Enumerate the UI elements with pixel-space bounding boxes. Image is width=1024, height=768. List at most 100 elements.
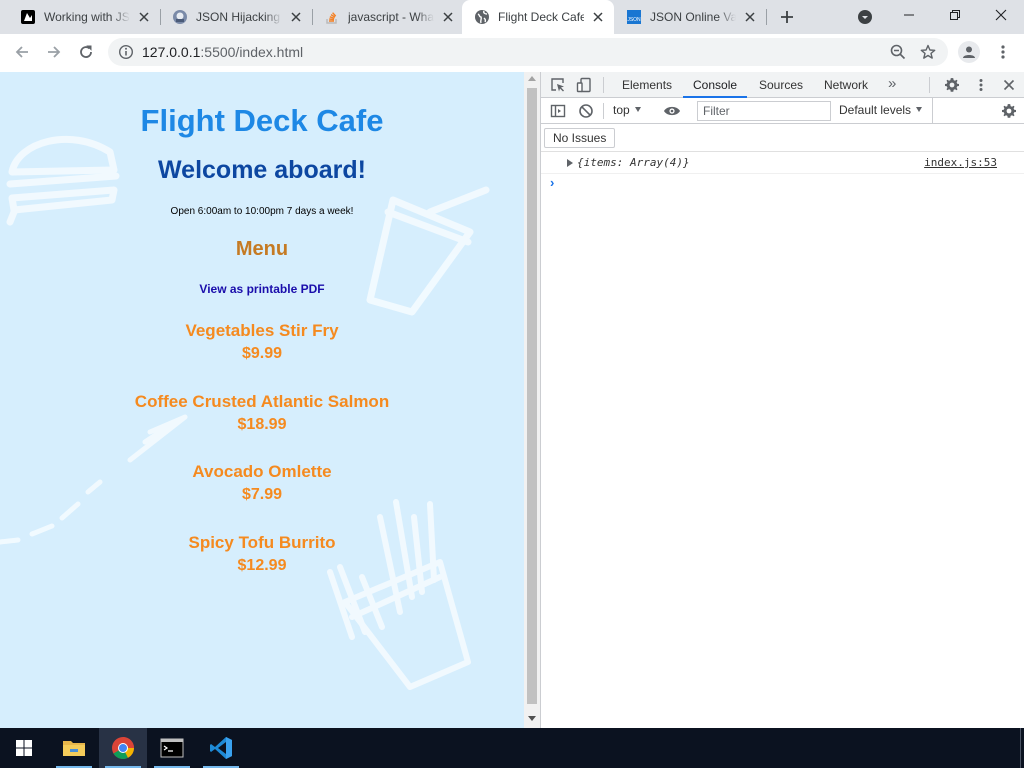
tab-stackoverflow[interactable]: javascript - What is JSON and why would … (312, 0, 464, 34)
devtools-tab-console[interactable]: Console (683, 72, 748, 98)
zoom-button[interactable] (888, 42, 908, 62)
url-text[interactable]: 127.0.0.1:5500/index.html (142, 44, 303, 60)
restore-icon (950, 10, 960, 20)
more-vertical-icon (979, 79, 983, 91)
menu-item-price: $12.99 (237, 557, 287, 574)
toolbar-divider (603, 77, 604, 93)
info-icon[interactable] (118, 44, 134, 60)
tab-close-icon[interactable] (440, 9, 456, 25)
zoom-out-icon (890, 44, 906, 60)
console-sidebar-button[interactable] (549, 102, 567, 120)
reload-icon (80, 45, 92, 58)
start-button[interactable] (0, 728, 48, 768)
page-scrollbar[interactable] (524, 72, 540, 728)
console-prompt[interactable]: › (550, 175, 554, 190)
opening-hours: Open 6:00am to 10:00pm 7 days a week! (170, 206, 354, 217)
eye-icon (664, 106, 680, 116)
menu-item-price: $18.99 (237, 416, 287, 433)
tab-close-icon[interactable] (590, 9, 606, 25)
forward-button[interactable] (40, 38, 68, 66)
menu-item-name: Coffee Crusted Atlantic Salmon (134, 392, 390, 411)
blog-icon (172, 9, 188, 25)
taskbar-chrome[interactable] (99, 728, 147, 768)
menu-item-price: $7.99 (241, 486, 283, 503)
browser-menu-button[interactable] (992, 40, 1014, 64)
star-icon (920, 44, 936, 59)
console-log-row[interactable]: {items: Array(4)} index.js:53 (541, 152, 1024, 174)
tab-flight-deck-cafe[interactable]: Flight Deck Cafe (462, 0, 614, 34)
device-toolbar-button[interactable] (575, 76, 593, 94)
log-levels-dropdown[interactable]: Default levels (839, 103, 923, 117)
live-expression-button[interactable] (663, 102, 681, 120)
plus-icon (781, 11, 793, 23)
more-vertical-icon (1001, 45, 1005, 59)
tab-close-icon[interactable] (288, 9, 304, 25)
console-log-source-link[interactable]: index.js:53 (924, 156, 997, 169)
devtools-tab-sources[interactable]: Sources (749, 72, 813, 98)
context-value: top (613, 103, 630, 117)
tab-mdn-json[interactable]: Working with JSON - Learn web developmen… (8, 0, 160, 34)
menu-item-name: Vegetables Stir Fry (185, 321, 339, 340)
menu-heading: Menu (235, 238, 289, 260)
browser-toolbar: 127.0.0.1:5500/index.html (0, 34, 1024, 70)
address-bar[interactable]: 127.0.0.1:5500/index.html (108, 38, 948, 66)
back-button[interactable] (8, 38, 36, 66)
tab-title: javascript - What is JSON and why would … (348, 10, 434, 24)
devtools-menu-button[interactable] (972, 76, 990, 94)
sidebar-icon (550, 104, 566, 118)
console-log-object[interactable]: {items: Array(4)} (577, 156, 690, 169)
devtools-tab-elements[interactable]: Elements (612, 72, 682, 98)
tab-json-validator[interactable]: JSON JSON Online Validator and Formatter (614, 0, 766, 34)
bookmark-button[interactable] (918, 42, 938, 62)
console-toolbar: top Default levels (541, 98, 1024, 124)
scroll-down-arrow-icon[interactable] (528, 716, 536, 721)
folder-icon (63, 741, 85, 756)
url-host: 127.0.0.1 (142, 44, 201, 60)
chevron-down-icon (858, 10, 872, 24)
block-icon (579, 104, 593, 118)
scrollbar-thumb[interactable] (527, 88, 537, 704)
context-selector[interactable]: top (613, 103, 641, 117)
tab-json-hijacking[interactable]: JSON Hijacking | You've Been Haacked (160, 0, 312, 34)
console-settings-button[interactable] (1000, 102, 1018, 120)
window-close-button[interactable] (978, 0, 1024, 30)
no-issues-button[interactable]: No Issues (544, 128, 616, 148)
show-desktop-button[interactable] (1020, 728, 1024, 768)
inspect-element-button[interactable] (549, 76, 567, 94)
inspect-cursor-icon (551, 78, 564, 92)
tab-close-icon[interactable] (742, 9, 758, 25)
menu-item-name: Avocado Omlette (192, 462, 332, 481)
caret-down-icon (916, 107, 923, 112)
scroll-up-arrow-icon[interactable] (528, 76, 536, 81)
taskbar-file-explorer[interactable] (50, 728, 98, 768)
tab-title: Working with JSON - Learn web developmen… (44, 10, 130, 24)
profile-avatar[interactable] (958, 41, 980, 63)
printable-pdf-link[interactable]: View as printable PDF (0, 282, 524, 296)
minimize-button[interactable] (886, 0, 932, 30)
vscode-icon (210, 737, 232, 759)
new-tab-button[interactable] (775, 5, 799, 29)
devtools-close-button[interactable] (1000, 76, 1018, 94)
arrow-right-icon (48, 46, 61, 58)
taskbar-terminal[interactable] (148, 728, 196, 768)
tab-close-icon[interactable] (136, 9, 152, 25)
caret-down-icon (634, 107, 641, 112)
tab-search-button[interactable] (854, 7, 876, 27)
clear-console-button[interactable] (577, 102, 595, 120)
taskbar-vscode[interactable] (197, 728, 245, 768)
windows-taskbar (0, 728, 1024, 768)
tab-title: JSON Hijacking | You've Been Haacked (196, 10, 282, 24)
toolbar-divider (929, 77, 930, 93)
devtools-tab-network[interactable]: Network (814, 72, 878, 98)
restore-button[interactable] (932, 0, 978, 30)
expand-triangle-icon[interactable] (567, 159, 573, 167)
tab-strip: Working with JSON - Learn web developmen… (0, 0, 1024, 34)
console-filter-input[interactable] (697, 101, 831, 121)
gear-icon (945, 78, 959, 92)
tab-separator (766, 9, 767, 25)
reload-button[interactable] (72, 38, 100, 66)
devtools-settings-button[interactable] (943, 76, 961, 94)
more-tabs-icon[interactable]: » (888, 75, 896, 92)
close-icon (995, 9, 1007, 21)
terminal-icon (160, 738, 184, 758)
